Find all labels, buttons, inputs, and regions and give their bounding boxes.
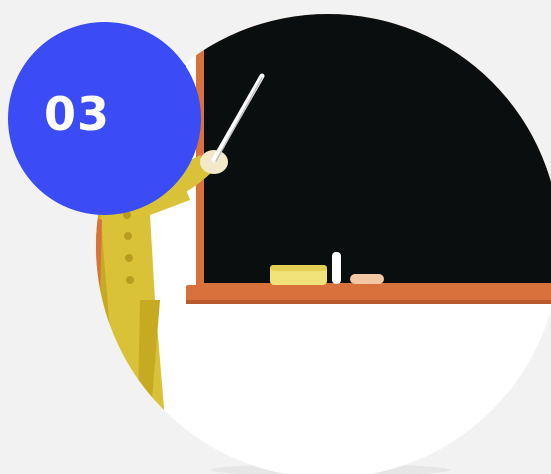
suit-button xyxy=(125,254,133,262)
chalk-stick-icon xyxy=(332,252,341,284)
step-number: 03 xyxy=(44,86,111,141)
suit-button xyxy=(126,276,134,284)
chalk-piece-icon xyxy=(350,274,384,284)
eraser-top xyxy=(270,265,327,271)
step-number-badge: 03 xyxy=(8,22,201,215)
teacher-sleeve-shadow xyxy=(96,215,102,300)
blackboard xyxy=(204,14,551,283)
suit-button xyxy=(124,232,132,240)
ledge-shade xyxy=(186,300,551,304)
